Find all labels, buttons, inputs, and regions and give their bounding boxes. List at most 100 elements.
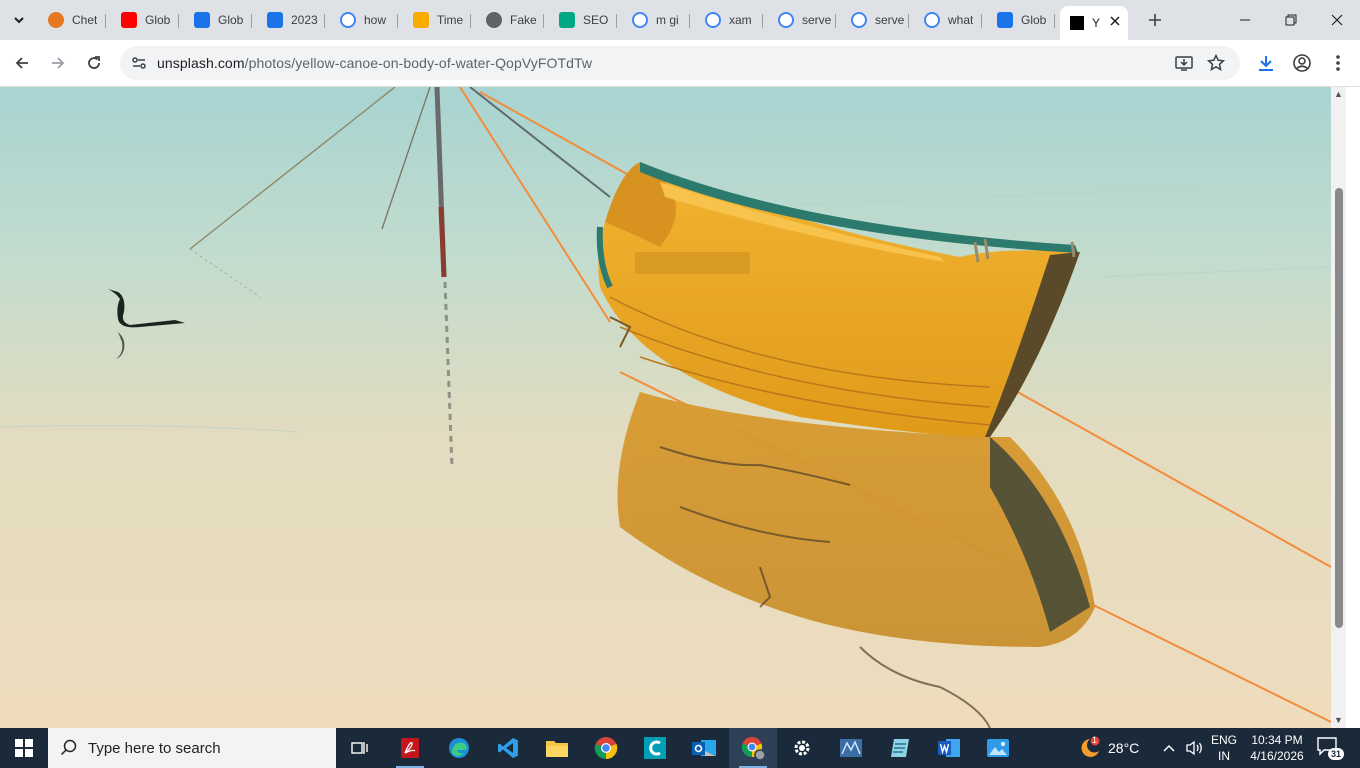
folder-icon bbox=[546, 741, 568, 757]
install-app-button[interactable] bbox=[1170, 49, 1198, 77]
tab[interactable]: how bbox=[330, 6, 398, 34]
canoe-photo[interactable] bbox=[0, 87, 1331, 728]
taskbar-c-app[interactable] bbox=[631, 728, 679, 768]
tab[interactable]: m gi bbox=[622, 6, 690, 34]
region-code: IN bbox=[1218, 749, 1230, 763]
tab-title: Y bbox=[1092, 16, 1101, 30]
database-tool-icon bbox=[840, 739, 862, 757]
taskbar-chrome-active[interactable] bbox=[729, 728, 777, 768]
notes-icon bbox=[891, 739, 909, 757]
url-text[interactable]: unsplash.com/photos/yellow-canoe-on-body… bbox=[157, 55, 592, 71]
new-tab-button[interactable] bbox=[1143, 8, 1167, 32]
input-language-indicator[interactable]: ENG IN bbox=[1208, 732, 1240, 764]
google-icon bbox=[705, 12, 721, 28]
c-app-icon bbox=[644, 737, 666, 759]
tab-title: Glob bbox=[218, 13, 244, 27]
tab[interactable]: Chet bbox=[38, 6, 106, 34]
search-placeholder: Type here to search bbox=[88, 739, 221, 757]
taskbar-search-box[interactable]: Type here to search bbox=[48, 728, 336, 768]
url-path: /photos/yellow-canoe-on-body-of-water-Qo… bbox=[244, 55, 593, 71]
menu-button[interactable] bbox=[1324, 49, 1352, 77]
tab[interactable]: serve bbox=[768, 6, 836, 34]
taskbar-photos[interactable] bbox=[974, 728, 1022, 768]
tab[interactable]: xam bbox=[695, 6, 763, 34]
windows-logo-icon bbox=[15, 739, 33, 757]
tab[interactable]: Fake bbox=[476, 6, 544, 34]
tab-title: serve bbox=[802, 13, 832, 27]
taskbar-acrobat[interactable] bbox=[386, 728, 434, 768]
notification-center-button[interactable]: 31 bbox=[1316, 736, 1344, 760]
tab[interactable]: 2023 bbox=[257, 6, 325, 34]
scroll-down-arrow[interactable]: ▼ bbox=[1334, 715, 1343, 725]
tab[interactable]: Glob bbox=[111, 6, 179, 34]
tab[interactable]: Glob bbox=[987, 6, 1055, 34]
chegg-icon bbox=[48, 12, 64, 28]
gear-icon bbox=[794, 740, 810, 756]
ship-icon bbox=[267, 12, 283, 28]
scroll-up-arrow[interactable]: ▲ bbox=[1334, 89, 1343, 99]
speaker-icon bbox=[1186, 740, 1202, 756]
tab[interactable]: Time bbox=[403, 6, 471, 34]
taskbar-settings[interactable] bbox=[778, 728, 826, 768]
tab-title: Time bbox=[437, 13, 464, 27]
chrome-profile-icon bbox=[741, 737, 766, 761]
taskbar-vscode[interactable] bbox=[484, 728, 532, 768]
forward-button[interactable] bbox=[44, 49, 72, 77]
taskbar-word[interactable] bbox=[925, 728, 973, 768]
word-icon bbox=[938, 739, 960, 757]
volume-button[interactable] bbox=[1185, 728, 1205, 768]
minimize-button[interactable] bbox=[1222, 0, 1268, 40]
taskbar-chrome[interactable] bbox=[582, 728, 630, 768]
google-icon bbox=[851, 12, 867, 28]
page-scrollbar[interactable]: ▲ ▼ bbox=[1331, 87, 1346, 728]
tab[interactable]: Glob bbox=[184, 6, 252, 34]
taskbar-edge[interactable] bbox=[435, 728, 483, 768]
google-icon bbox=[924, 12, 940, 28]
taskbar-notes-app[interactable] bbox=[876, 728, 924, 768]
scrollbar-thumb[interactable] bbox=[1335, 188, 1343, 628]
restore-button[interactable] bbox=[1268, 0, 1314, 40]
minimize-icon bbox=[1240, 19, 1250, 21]
task-view-button[interactable] bbox=[336, 728, 384, 768]
language-code: ENG bbox=[1210, 733, 1237, 747]
url-host: unsplash.com bbox=[157, 55, 245, 71]
tab[interactable]: what bbox=[914, 6, 982, 34]
reload-button[interactable] bbox=[80, 49, 108, 77]
clock-date: 4/16/2026 bbox=[1250, 749, 1304, 763]
tab-title: SEO bbox=[583, 13, 609, 27]
tab-search-button[interactable] bbox=[6, 8, 32, 32]
arrow-right-icon bbox=[52, 57, 65, 69]
tab-active[interactable]: Y bbox=[1060, 6, 1128, 40]
taskbar-sql-app[interactable] bbox=[827, 728, 875, 768]
fake-icon bbox=[486, 12, 502, 28]
back-button[interactable] bbox=[8, 49, 36, 77]
arrow-left-icon bbox=[15, 57, 28, 69]
google-icon bbox=[340, 12, 356, 28]
close-icon bbox=[1110, 16, 1120, 26]
start-button[interactable] bbox=[0, 728, 48, 768]
notification-count: 31 bbox=[1327, 748, 1344, 760]
tab-title: Glob bbox=[1021, 13, 1047, 27]
vscode-icon bbox=[498, 738, 518, 758]
chevron-up-icon bbox=[1163, 744, 1175, 752]
install-icon bbox=[1175, 56, 1193, 71]
taskbar-outlook[interactable] bbox=[680, 728, 728, 768]
tab[interactable]: serve bbox=[841, 6, 909, 34]
bookmark-button[interactable] bbox=[1202, 49, 1230, 77]
system-clock[interactable]: 10:34 PM 4/16/2026 bbox=[1244, 732, 1310, 764]
downloads-button[interactable] bbox=[1252, 49, 1280, 77]
address-bar[interactable]: unsplash.com/photos/yellow-canoe-on-body… bbox=[120, 46, 1240, 80]
profile-button[interactable] bbox=[1288, 49, 1316, 77]
tab-title: Glob bbox=[145, 13, 171, 27]
tab-title: serve bbox=[875, 13, 905, 27]
show-hidden-icons-button[interactable] bbox=[1162, 728, 1176, 768]
taskbar-file-explorer[interactable] bbox=[533, 728, 581, 768]
tab-title: Chet bbox=[72, 13, 98, 27]
browser-toolbar: unsplash.com/photos/yellow-canoe-on-body… bbox=[0, 40, 1360, 87]
site-settings-icon[interactable] bbox=[130, 54, 148, 72]
weather-widget[interactable]: 1 28°C bbox=[1076, 728, 1139, 768]
tab-close-button[interactable] bbox=[1110, 13, 1120, 29]
close-window-button[interactable] bbox=[1314, 0, 1360, 40]
tab-title: what bbox=[948, 13, 974, 27]
tab[interactable]: SEO bbox=[549, 6, 617, 34]
